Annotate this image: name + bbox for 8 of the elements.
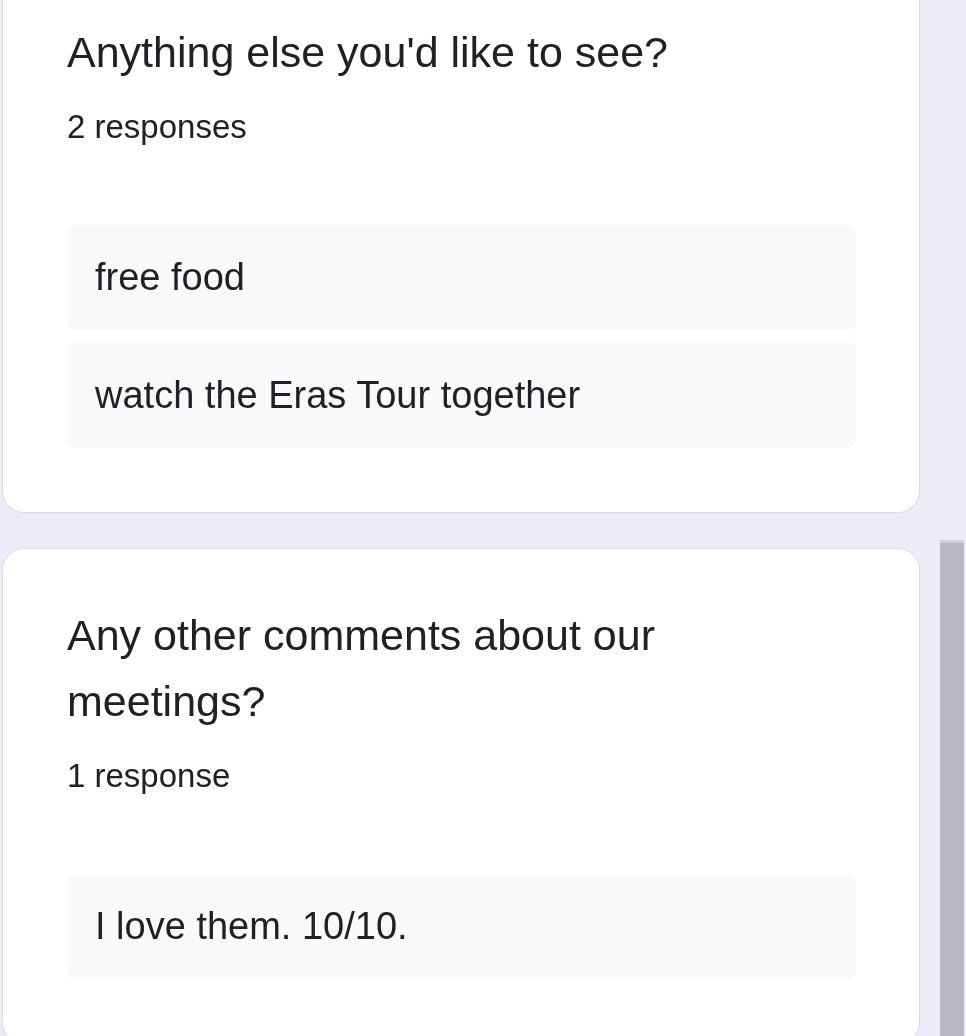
response-item: free food	[67, 225, 856, 330]
response-count: 2 responses	[67, 107, 248, 147]
response-item: watch the Eras Tour together	[67, 343, 856, 448]
response-count: 1 response	[67, 756, 232, 796]
question-title: Any other comments about our meetings?	[67, 610, 656, 727]
question-title: Anything else you'd like to see?	[67, 27, 670, 78]
scrollbar-thumb[interactable]	[940, 540, 964, 1036]
response-item: I love them. 10/10.	[67, 874, 856, 979]
